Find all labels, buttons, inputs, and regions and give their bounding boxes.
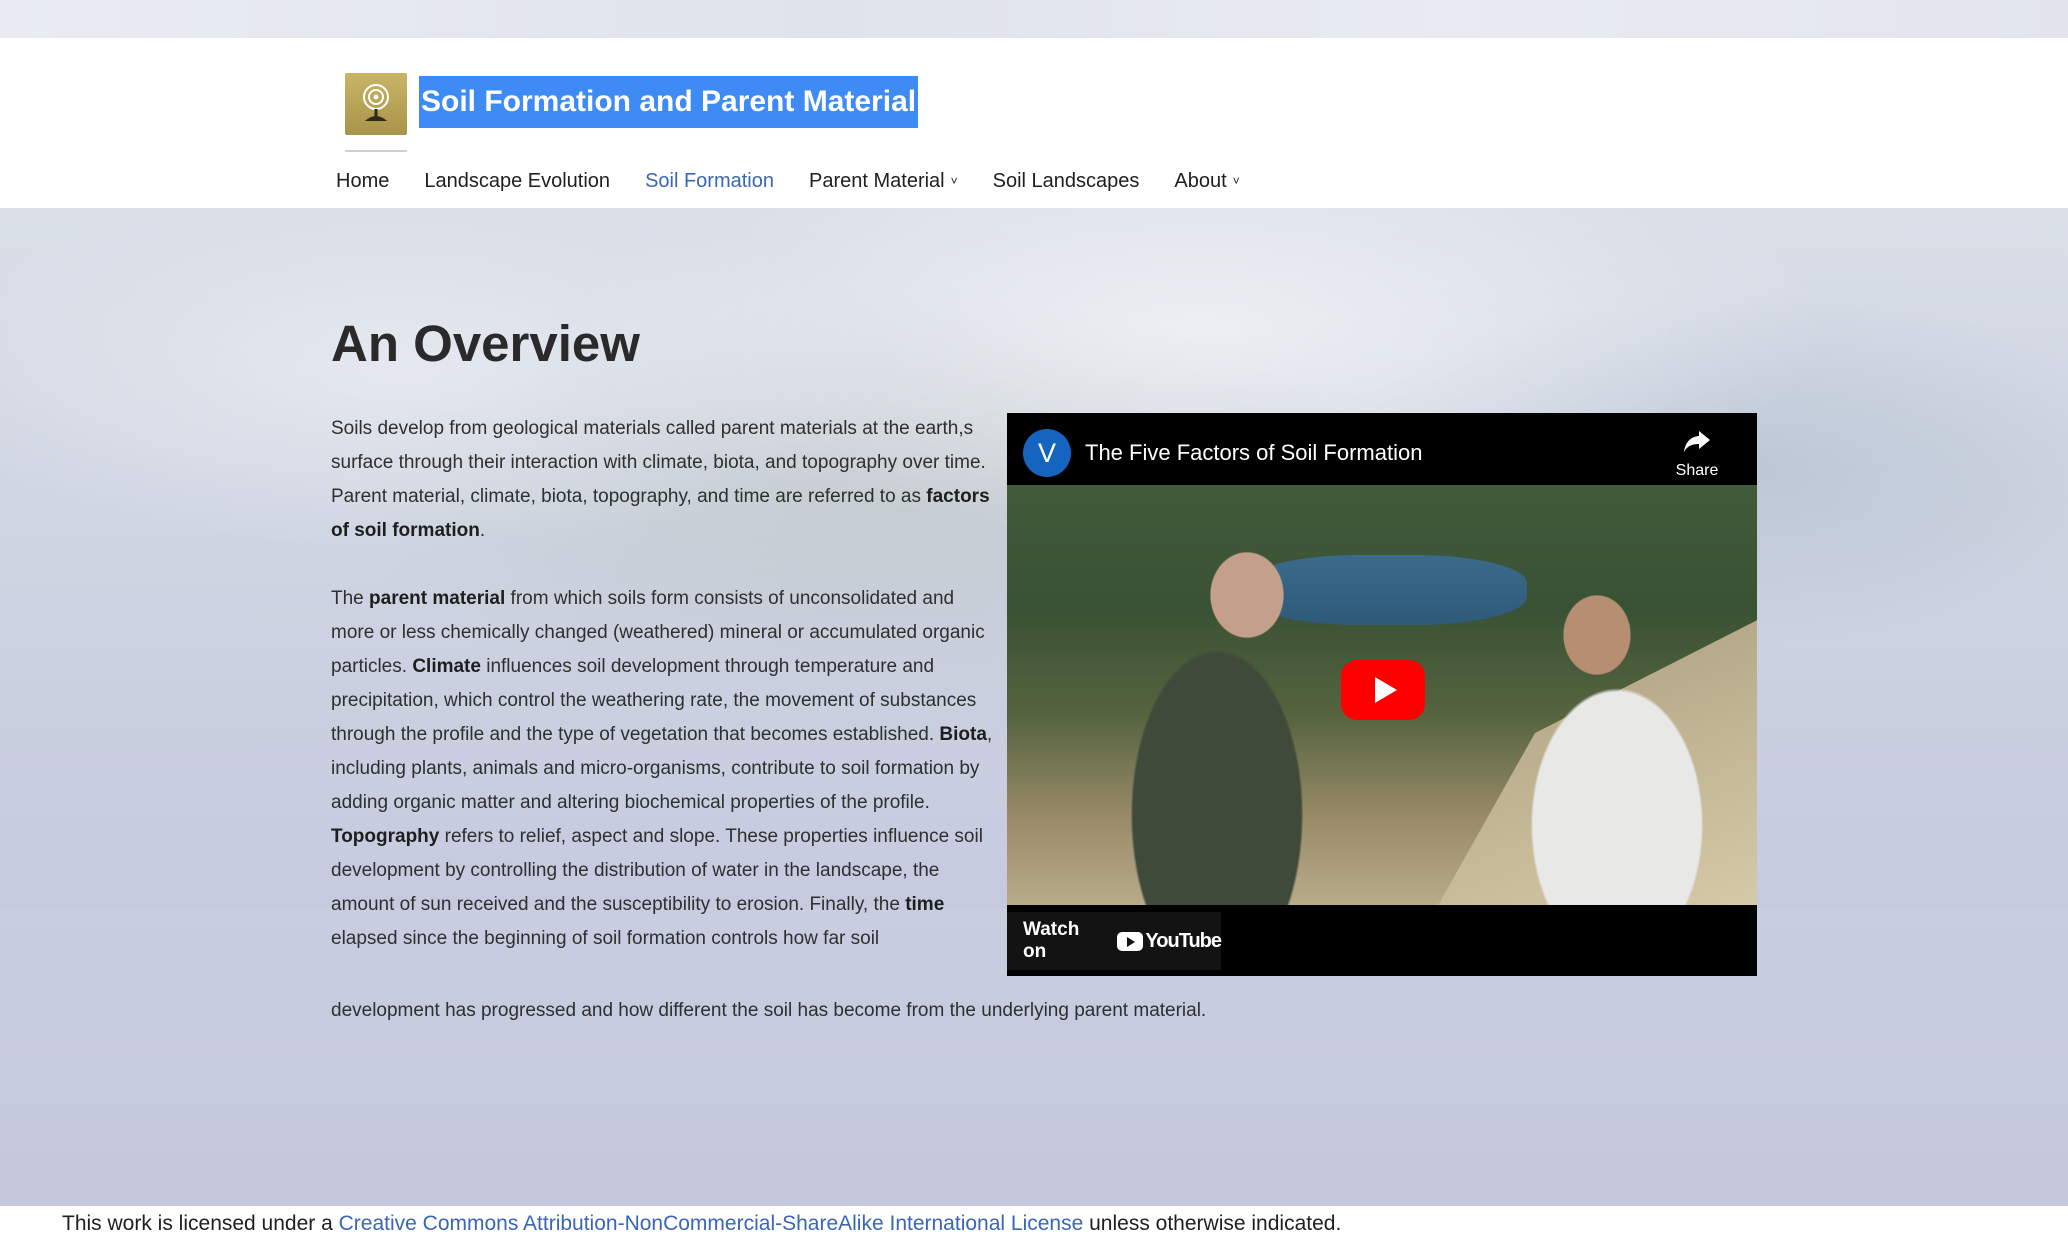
article-body: Soils develop from geological materials … — [331, 412, 1001, 990]
bold-term: Biota — [939, 724, 987, 745]
license-prefix: This work is licensed under a — [62, 1212, 339, 1235]
nav-item-label: Parent Material — [809, 169, 945, 192]
youtube-play-mark-icon — [1117, 931, 1144, 951]
video-thumbnail[interactable] — [1007, 485, 1757, 905]
bold-term: Climate — [412, 656, 481, 677]
nav-item-label: About — [1174, 169, 1227, 192]
youtube-logo-icon: YouTube — [1117, 929, 1222, 953]
nav-item-soil-landscapes[interactable]: Soil Landscapes — [993, 170, 1140, 193]
thumbnail-person-left — [1087, 515, 1337, 905]
watch-on-youtube-button[interactable]: Watch on YouTube — [1007, 912, 1222, 970]
paragraph-text: Soils develop from geological materials … — [331, 418, 986, 507]
paragraph-text: The — [331, 588, 370, 609]
bold-term: Topography — [331, 826, 440, 847]
nav-item-label: Landscape Evolution — [424, 169, 611, 192]
share-button[interactable]: Share — [1667, 429, 1727, 480]
license-suffix: unless otherwise indicated. — [1083, 1212, 1342, 1235]
chevron-down-icon[interactable]: ˅ — [1233, 174, 1240, 188]
nav-item-landscape-evolution[interactable]: Landscape Evolution — [424, 170, 610, 193]
youtube-embed[interactable]: V The Five Factors of Soil Formation Sha… — [1007, 413, 1757, 976]
paragraph-intro: Soils develop from geological materials … — [331, 412, 1001, 548]
nav-item-about[interactable]: About ˅ — [1174, 170, 1239, 193]
license-link[interactable]: Creative Commons Attribution-NonCommerci… — [339, 1212, 1084, 1235]
nav-item-soil-formation[interactable]: Soil Formation — [645, 170, 774, 193]
tree-logo-icon[interactable] — [345, 73, 407, 135]
nav-item-label: Soil Landscapes — [992, 169, 1140, 192]
nav-item-home[interactable]: Home — [336, 170, 389, 193]
logo-caption — [345, 150, 407, 152]
thumbnail-person-right — [1477, 545, 1737, 905]
paragraph-factors: The parent material from which soils for… — [331, 582, 1001, 956]
main-nav: Home Landscape Evolution Soil Formation … — [336, 166, 1275, 196]
video-header: V The Five Factors of Soil Formation Sha… — [1007, 413, 1757, 485]
share-icon — [1684, 431, 1710, 452]
paragraph-last-line: development has progressed and how diffe… — [331, 1000, 1207, 1021]
share-label: Share — [1675, 462, 1719, 479]
youtube-wordmark: YouTube — [1145, 929, 1222, 952]
license-text: This work is licensed under a Creative C… — [62, 1212, 1341, 1236]
play-button-icon[interactable] — [1341, 660, 1425, 720]
site-title[interactable]: Soil Formation and Parent Material — [419, 76, 919, 128]
bold-term: time — [905, 894, 945, 915]
nav-item-label: Home — [336, 169, 390, 192]
paragraph-text: elapsed since the beginning of soil form… — [331, 928, 880, 949]
video-title[interactable]: The Five Factors of Soil Formation — [1085, 440, 1422, 466]
nav-item-label: Soil Formation — [645, 169, 774, 192]
paragraph-text: . — [479, 520, 486, 541]
bold-term: parent material — [369, 588, 506, 609]
page-title: An Overview — [331, 315, 640, 372]
channel-avatar[interactable]: V — [1023, 429, 1071, 477]
chevron-down-icon[interactable]: ˅ — [951, 174, 958, 188]
top-stripe — [0, 0, 2068, 38]
watch-on-label: Watch on — [1023, 919, 1080, 962]
site-footer: This work is licensed under a Creative C… — [0, 1206, 2068, 1244]
nav-item-parent-material[interactable]: Parent Material ˅ — [809, 170, 958, 193]
